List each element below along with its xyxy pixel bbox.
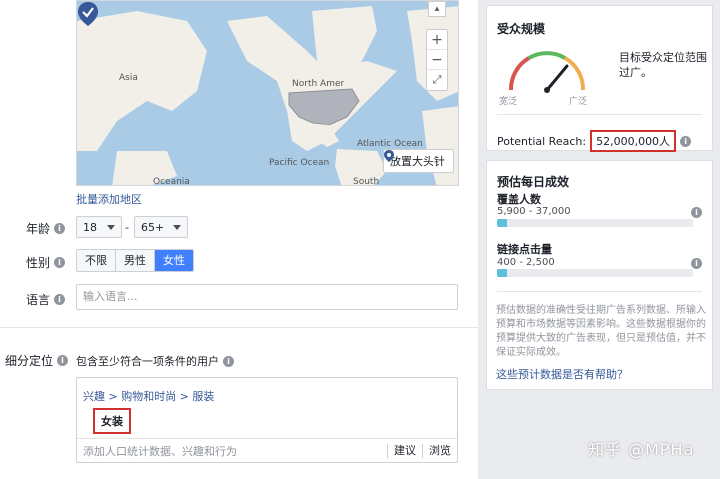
map-label-north-america: North Amer (292, 79, 345, 89)
gender-row-label: 性别 i (26, 254, 66, 271)
age-min-value: 18 (83, 220, 97, 234)
map-label-south: South (353, 177, 380, 186)
daily-results-title: 预估每日成效 (497, 175, 570, 189)
detailed-targeting-desc-text: 包含至少符合一项条件的用户 (76, 355, 219, 368)
targeting-panel: Asia North Amer Pacific Ocean Atlantic O… (0, 0, 478, 479)
detailed-targeting-input[interactable]: 添加人口统计数据、兴趣和行为 (77, 443, 387, 459)
potential-reach: Potential Reach: 52,000,000人 i (497, 130, 692, 152)
interest-breadcrumb[interactable]: 兴趣 > 购物和时尚 > 服装 (83, 388, 214, 404)
clicks-metric-info-icon[interactable]: i (691, 258, 702, 269)
map-label-oceania: Oceania (153, 177, 190, 186)
zoom-out-icon[interactable]: − (427, 50, 447, 70)
batch-add-locations-link[interactable]: 批量添加地区 (76, 191, 142, 207)
estimates-sidebar: 受众规模 宽泛 广泛 目标受众定位范围过广。 Potential Reach: … (478, 0, 720, 479)
age-min-select[interactable]: 18 (76, 216, 122, 238)
potential-reach-label: Potential Reach: (497, 134, 587, 148)
selected-interest-tag[interactable]: 女装 (93, 408, 131, 434)
pin-icon (384, 150, 394, 162)
card-separator (497, 291, 702, 292)
age-label: 年龄 (26, 222, 51, 236)
reach-metric-title: 覆盖人数 (497, 193, 541, 206)
age-row-label: 年龄 i (26, 220, 66, 237)
audience-size-description: 目标受众定位范围过广。 (619, 51, 707, 79)
fullscreen-icon[interactable]: ⤢ (427, 70, 447, 90)
clicks-metric-range: 400 - 2,500 (497, 257, 555, 268)
detailed-targeting-description: 包含至少符合一项条件的用户 i (76, 353, 234, 369)
age-max-value: 65+ (141, 220, 165, 234)
language-info-icon[interactable]: i (54, 294, 66, 305)
detailed-targeting-label: 细分定位 (5, 354, 54, 368)
zoom-controls: + − ⤢ (426, 29, 448, 91)
gender-option-male[interactable]: 男性 (116, 250, 155, 271)
age-range-dash: - (125, 221, 129, 234)
audience-gauge (508, 51, 586, 93)
reach-metric-range: 5,900 - 37,000 (497, 206, 571, 217)
detailed-targeting-row-label: 细分定位 i (5, 352, 69, 369)
detailed-targeting-footer: 添加人口统计数据、兴趣和行为 建议 浏览 (77, 438, 457, 462)
chevron-down-icon (173, 224, 181, 230)
estimates-note: 预估数据的准确性受往期广告系列数据、所输入预算和市场数据等因素影响。这些数据根据… (496, 305, 706, 358)
gender-option-female[interactable]: 女性 (155, 250, 193, 271)
estimates-helpful-link[interactable]: 这些预计数据是否有帮助？ (496, 366, 628, 382)
location-map[interactable]: Asia North Amer Pacific Ocean Atlantic O… (76, 0, 459, 186)
detailed-targeting-box: 兴趣 > 购物和时尚 > 服装 女装 添加人口统计数据、兴趣和行为 建议 浏览 (76, 377, 458, 463)
description-info-icon[interactable]: i (223, 355, 234, 367)
browse-button[interactable]: 浏览 (422, 443, 457, 458)
map-top-control-icon[interactable]: ▴ (428, 1, 446, 17)
language-label: 语言 (26, 293, 51, 307)
map-label-pacific: Pacific Ocean (269, 158, 330, 168)
clicks-metric-title: 链接点击量 (497, 243, 552, 256)
gender-option-all[interactable]: 不限 (77, 250, 116, 271)
gender-label: 性别 (26, 256, 51, 270)
audience-size-title: 受众规模 (497, 22, 546, 36)
reach-info-icon[interactable]: i (680, 135, 692, 147)
potential-reach-value: 52,000,000人 (590, 130, 677, 152)
age-info-icon[interactable]: i (54, 223, 66, 234)
reach-metric-info-icon[interactable]: i (691, 207, 702, 218)
language-input[interactable]: 输入语言... (76, 284, 458, 310)
age-max-select[interactable]: 65+ (134, 216, 188, 238)
section-divider (0, 327, 478, 328)
drop-pin-button[interactable]: 放置大头针 (383, 149, 454, 173)
map-label-asia: Asia (119, 73, 138, 83)
chevron-down-icon (107, 224, 115, 230)
clicks-progress-fill (497, 269, 507, 277)
gender-info-icon[interactable]: i (54, 257, 66, 268)
clicks-progress-bar (497, 269, 693, 277)
card-separator (497, 114, 702, 115)
language-row-label: 语言 i (26, 291, 66, 308)
map-label-atlantic: Atlantic Ocean (357, 139, 423, 149)
reach-progress-bar (497, 219, 693, 227)
gauge-right-label: 广泛 (569, 97, 588, 107)
zoom-in-icon[interactable]: + (427, 30, 447, 50)
watermark: 知乎 @MPHa (588, 440, 695, 459)
gender-toggle: 不限 男性 女性 (76, 249, 194, 272)
gauge-left-label: 宽泛 (499, 97, 518, 107)
reach-progress-fill (497, 219, 507, 227)
suggestions-button[interactable]: 建议 (387, 443, 422, 458)
audience-size-card: 受众规模 宽泛 广泛 目标受众定位范围过广。 Potential Reach: … (486, 5, 713, 152)
drop-pin-label: 放置大头针 (390, 155, 445, 168)
map-pin-marker-icon[interactable] (77, 1, 99, 27)
detailed-targeting-info-icon[interactable]: i (57, 355, 69, 366)
